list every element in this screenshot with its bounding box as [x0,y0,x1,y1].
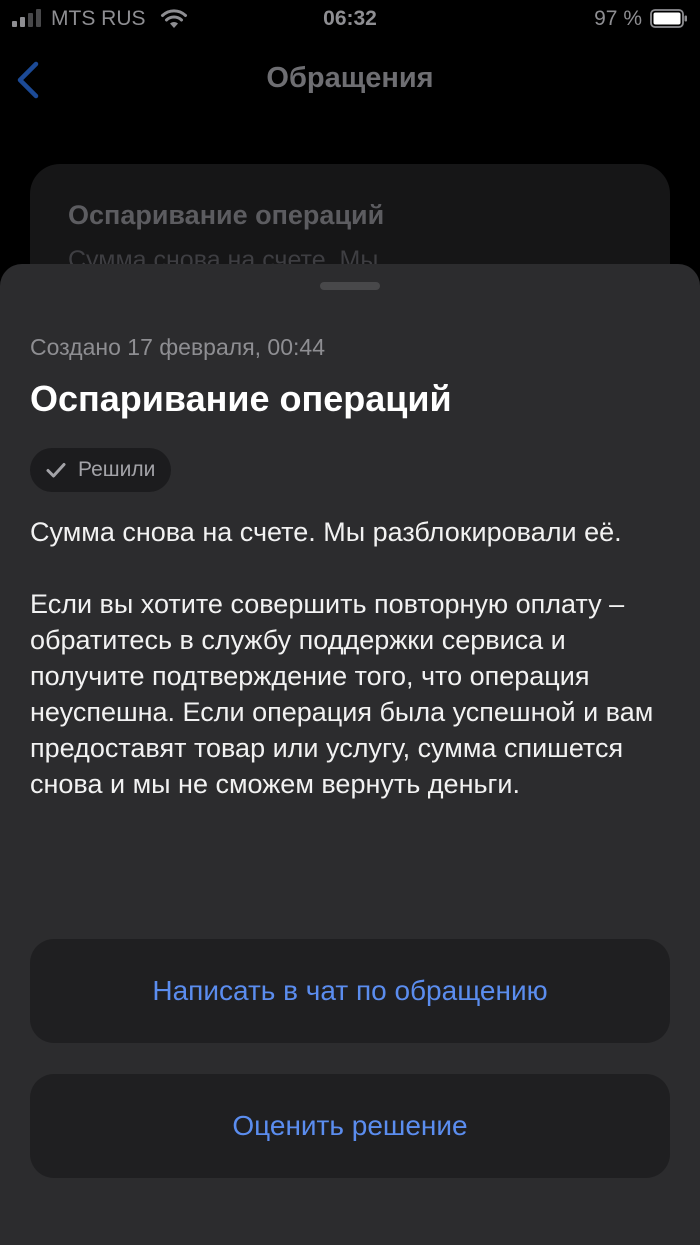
battery-percent: 97 % [594,7,642,30]
checkmark-icon [46,463,66,478]
status-badge-label: Решили [78,458,156,481]
appeal-detail-sheet: Создано 17 февраля, 00:44 Оспаривание оп… [0,264,700,1245]
rate-solution-button[interactable]: Оценить решение [30,1074,670,1178]
response-paragraph-1: Сумма снова на счете. Мы разблокировали … [30,517,622,547]
appeal-title: Оспаривание операций [30,378,452,419]
status-badge: Решили [30,448,172,492]
battery-icon [650,9,687,28]
sheet-grabber[interactable] [320,282,380,290]
background-card-title: Оспаривание операций [68,200,385,230]
page-title: Обращения [266,62,434,94]
status-bar: MTS RUS 06:32 97 % [0,0,700,40]
created-date: Создано 17 февраля, 00:44 [30,334,325,360]
write-to-chat-button[interactable]: Написать в чат по обращению [30,939,670,1043]
screen: MTS RUS 06:32 97 % Обращения Оспаривание… [0,0,700,1245]
navigation-bar: Обращения [0,40,700,120]
response-paragraph-2: Если вы хотите совершить повторную оплат… [30,589,654,799]
appeal-response-text: Сумма снова на счете. Мы разблокировали … [30,514,680,802]
